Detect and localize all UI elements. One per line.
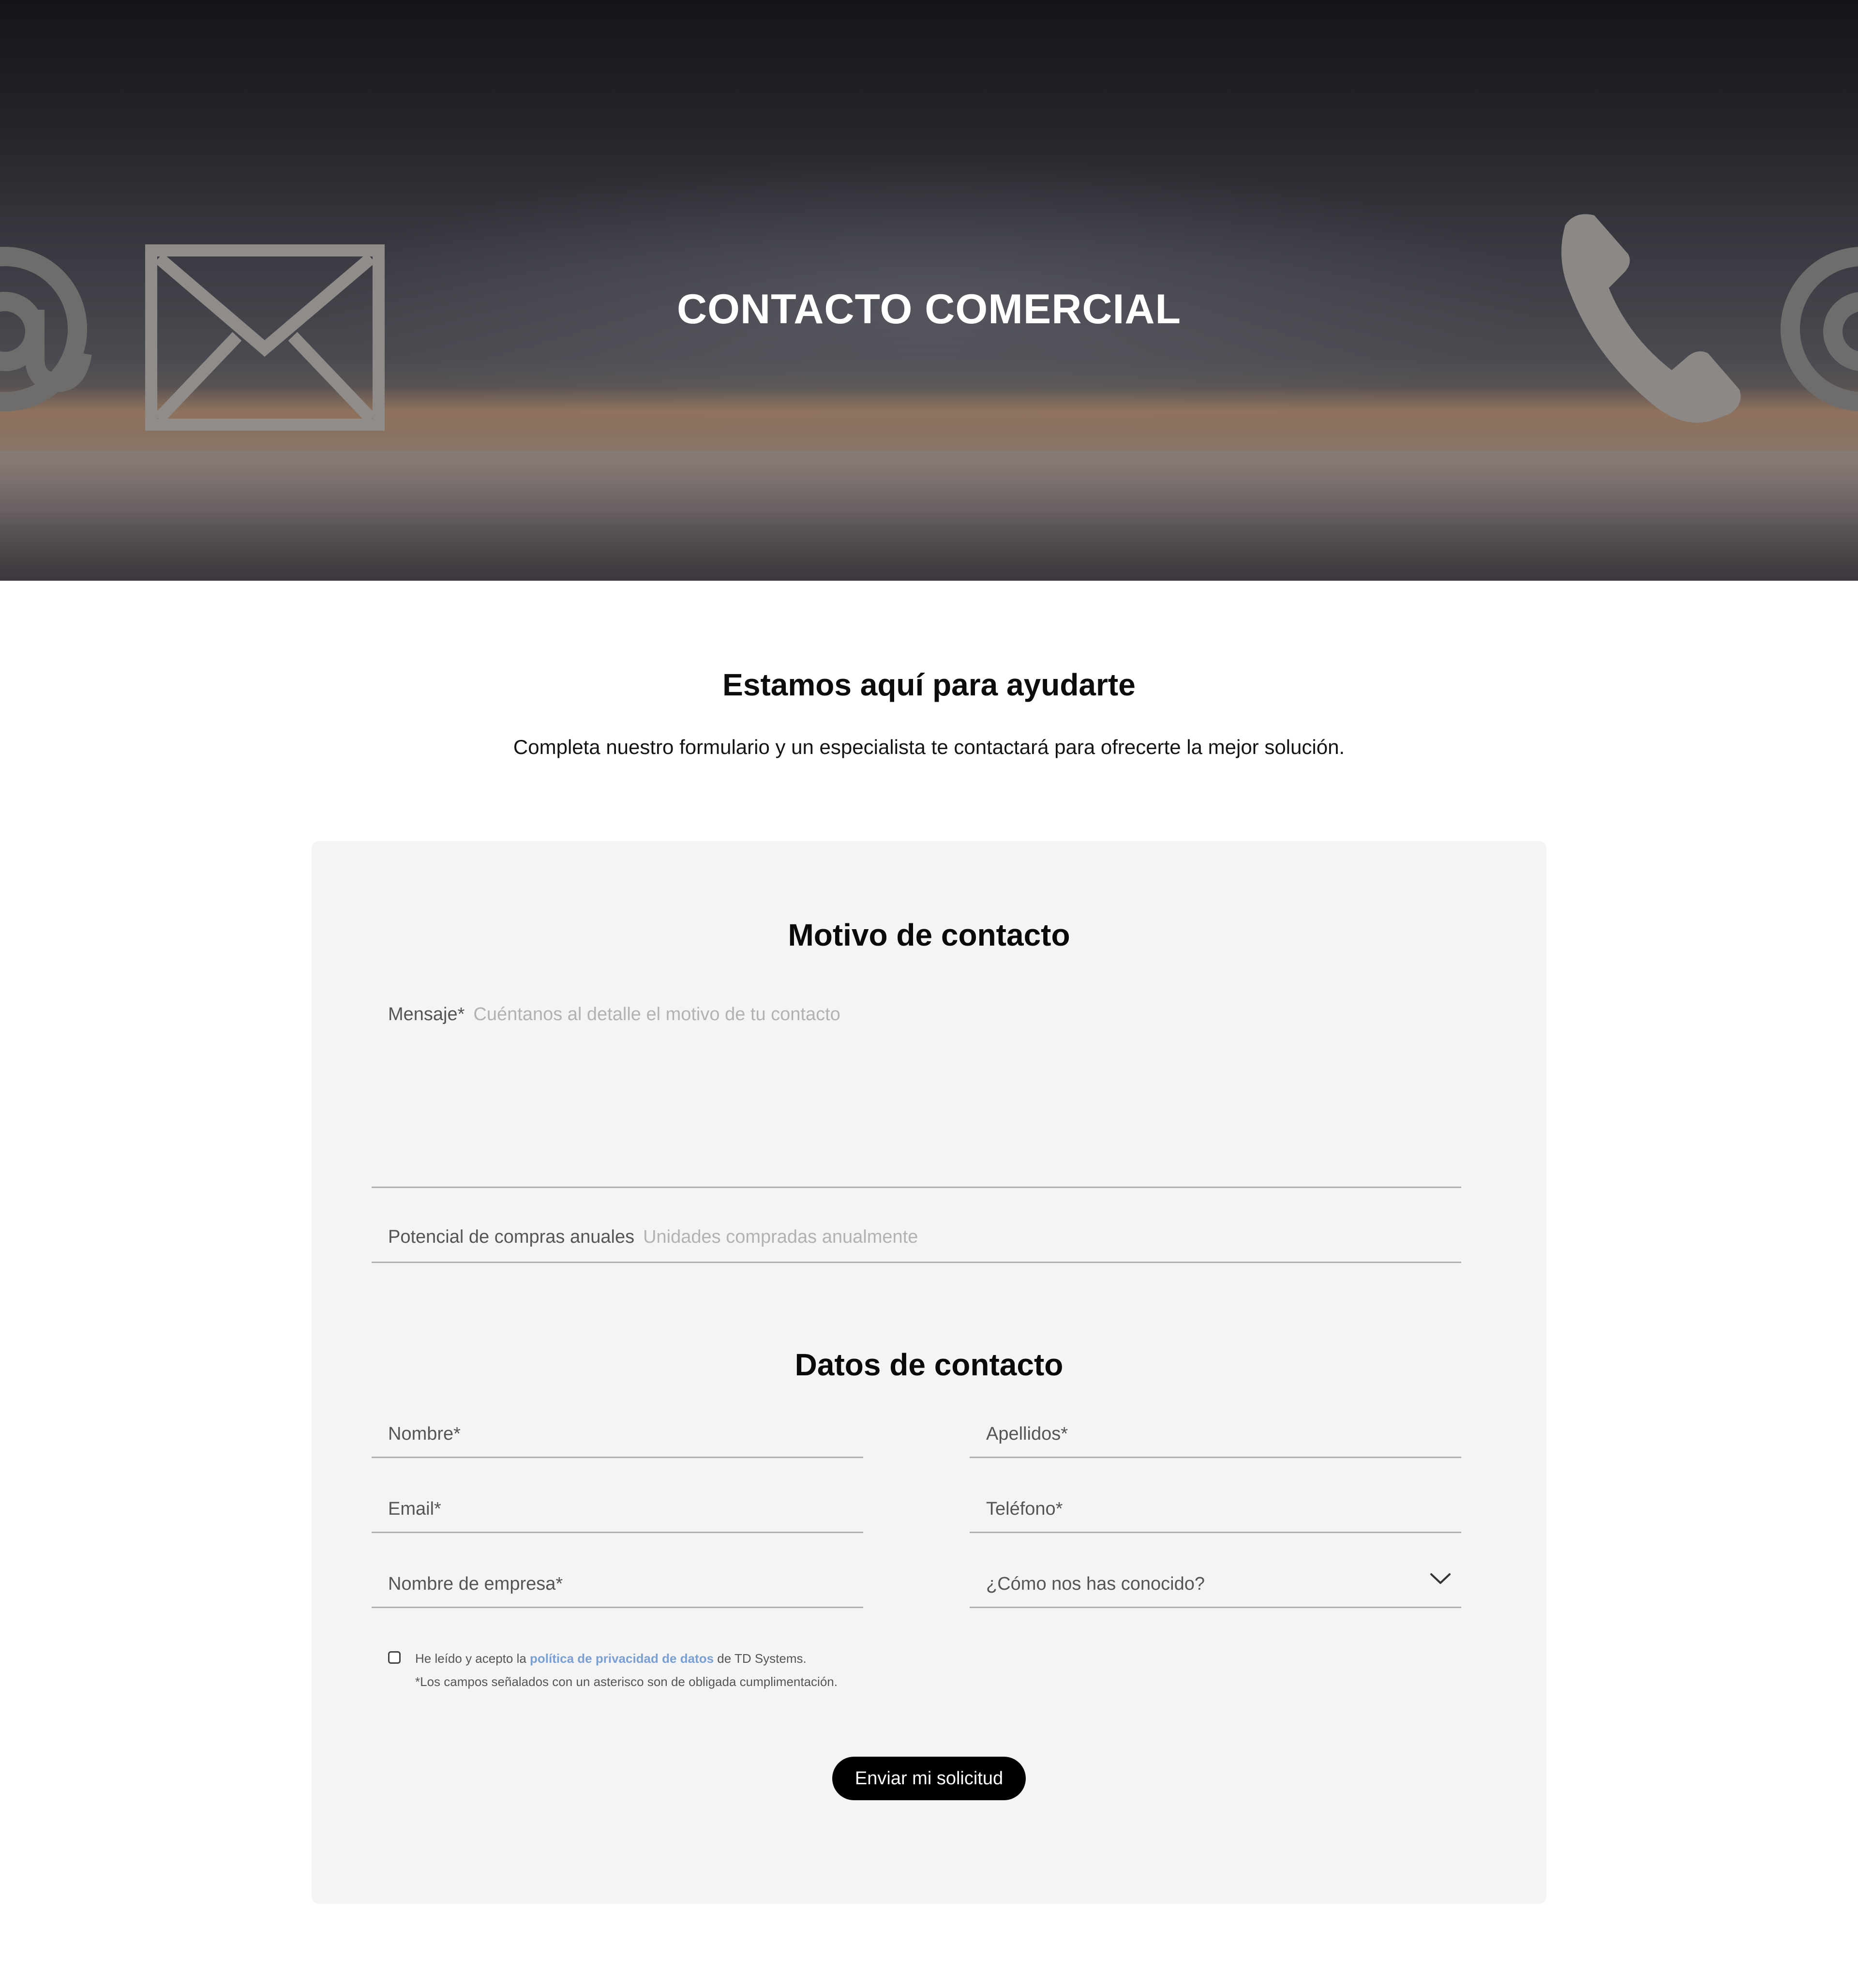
referral-source-label: ¿Cómo nos has conocido? [986, 1574, 1205, 1594]
section-title-datos: Datos de contacto [794, 1347, 1064, 1382]
first-name-label: Nombre* [388, 1424, 461, 1444]
privacy-consent-text: He leído y acepto la política de privaci… [415, 1651, 807, 1666]
intro-heading: Estamos aquí para ayudarte [722, 667, 1136, 702]
chevron-down-icon[interactable] [1428, 1571, 1453, 1586]
company-name-input[interactable]: Nombre de empresa* [372, 1562, 863, 1608]
company-name-label: Nombre de empresa* [388, 1574, 563, 1594]
message-textarea[interactable]: Mensaje* Cuéntanos al detalle el motivo d… [372, 992, 1461, 1188]
privacy-policy-link[interactable]: política de privacidad de datos [530, 1651, 714, 1666]
consent-prefix: He leído y acepto la [415, 1651, 526, 1666]
annual-purchases-label: Potencial de compras anuales [388, 1227, 635, 1247]
privacy-consent-checkbox[interactable] [388, 1651, 401, 1664]
phone-input[interactable]: Teléfono* [970, 1487, 1461, 1533]
email-label: Email* [388, 1499, 441, 1519]
annual-purchases-input[interactable]: Potencial de compras anuales Unidades com… [372, 1215, 1461, 1263]
hero-banner: CONTACTO COMERCIAL [0, 0, 1858, 581]
message-label: Mensaje* [388, 1004, 465, 1024]
hero-bottom-fade [0, 450, 1858, 581]
annual-purchases-placeholder: Unidades compradas anualmente [643, 1227, 918, 1247]
intro-subtitle: Completa nuestro formulario y un especia… [513, 736, 1345, 758]
email-input[interactable]: Email* [372, 1487, 863, 1533]
submit-button[interactable]: Enviar mi solicitud [832, 1757, 1026, 1800]
required-fields-note: *Los campos señalados con un asterisco s… [415, 1674, 838, 1689]
last-name-input[interactable]: Apellidos* [970, 1412, 1461, 1458]
envelope-icon [145, 244, 385, 431]
message-placeholder: Cuéntanos al detalle el motivo de tu con… [473, 1004, 840, 1024]
last-name-label: Apellidos* [986, 1424, 1068, 1444]
phone-label: Teléfono* [986, 1499, 1063, 1519]
page-title: CONTACTO COMERCIAL [677, 286, 1181, 332]
consent-suffix: de TD Systems. [717, 1651, 807, 1666]
first-name-input[interactable]: Nombre* [372, 1412, 863, 1458]
section-title-motivo: Motivo de contacto [788, 918, 1070, 952]
referral-source-select[interactable]: ¿Cómo nos has conocido? [970, 1562, 1461, 1608]
